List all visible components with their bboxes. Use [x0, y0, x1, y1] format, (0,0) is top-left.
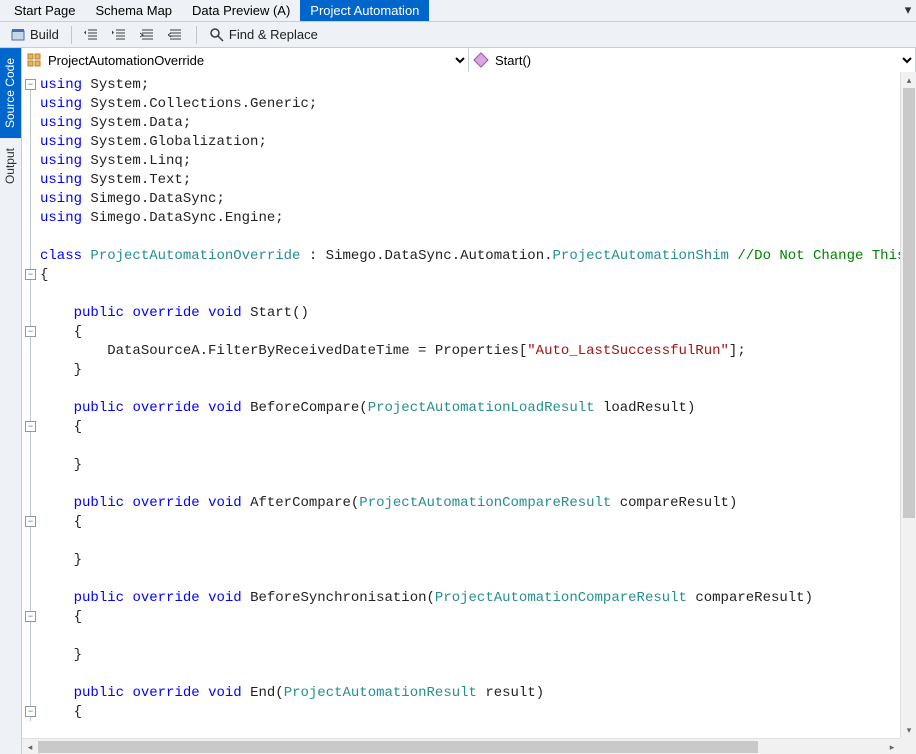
scroll-corner [900, 738, 916, 754]
code-line[interactable]: using Simego.DataSync.Engine; [40, 209, 900, 228]
build-icon [10, 27, 26, 43]
code-line[interactable] [40, 380, 900, 399]
side-tab-source-code[interactable]: Source Code [0, 48, 21, 138]
tab-start-page[interactable]: Start Page [4, 0, 85, 21]
code-line[interactable]: using System.Globalization; [40, 133, 900, 152]
code-line[interactable]: { [40, 266, 900, 285]
indent-increase-icon [112, 27, 128, 43]
find-replace-button[interactable]: Find & Replace [205, 24, 322, 46]
side-tab-output[interactable]: Output [0, 138, 21, 194]
code-text-area[interactable]: using System;using System.Collections.Ge… [40, 72, 900, 738]
horizontal-scrollbar[interactable]: ◂ ▸ [22, 738, 900, 754]
code-line[interactable]: } [40, 456, 900, 475]
code-line[interactable]: public override void BeforeSynchronisati… [40, 589, 900, 608]
tab-schema-map[interactable]: Schema Map [85, 0, 182, 21]
code-line[interactable]: using System.Text; [40, 171, 900, 190]
code-line[interactable] [40, 285, 900, 304]
horizontal-scroll-thumb[interactable] [38, 741, 758, 753]
fold-toggle[interactable]: − [25, 326, 36, 337]
code-line[interactable] [40, 532, 900, 551]
fold-toggle[interactable]: − [25, 421, 36, 432]
navigation-bar: ProjectAutomationOverride Start() [22, 48, 916, 72]
main-area: Source Code Output ProjectAutomationOver… [0, 48, 916, 754]
top-tabstrip: Start Page Schema Map Data Preview (A) P… [0, 0, 916, 22]
code-editor[interactable]: − − − − − − − using System;using System.Collec… [22, 72, 916, 754]
code-line[interactable] [40, 475, 900, 494]
fold-toggle[interactable]: − [25, 79, 36, 90]
fold-toggle[interactable]: − [25, 706, 36, 717]
scroll-left-button[interactable]: ◂ [22, 739, 38, 754]
toolbar-sep-2 [196, 26, 197, 44]
toolbar-sep-1 [71, 26, 72, 44]
find-replace-label: Find & Replace [229, 26, 318, 44]
scroll-down-button[interactable]: ▾ [901, 722, 916, 738]
uncomment-button[interactable] [164, 25, 188, 45]
tab-data-preview-a[interactable]: Data Preview (A) [182, 0, 300, 21]
fold-toggle[interactable]: − [25, 269, 36, 280]
fold-gutter: − − − − − − − [22, 72, 40, 738]
scroll-right-button[interactable]: ▸ [884, 739, 900, 754]
code-line[interactable]: { [40, 323, 900, 342]
side-tabstrip: Source Code Output [0, 48, 22, 754]
code-line[interactable]: } [40, 646, 900, 665]
member-dropdown[interactable]: Start() [469, 48, 916, 72]
comment-button[interactable] [136, 25, 160, 45]
code-line[interactable]: using Simego.DataSync; [40, 190, 900, 209]
comment-icon [140, 27, 156, 43]
code-line[interactable] [40, 570, 900, 589]
code-line[interactable]: public override void AfterCompare(Projec… [40, 494, 900, 513]
code-line[interactable]: public override void End(ProjectAutomati… [40, 684, 900, 703]
code-line[interactable]: public override void Start() [40, 304, 900, 323]
code-line[interactable] [40, 665, 900, 684]
scroll-up-button[interactable]: ▴ [901, 72, 916, 88]
code-line[interactable]: using System.Collections.Generic; [40, 95, 900, 114]
member-dropdown-wrap: Start() [469, 48, 916, 71]
vertical-scroll-thumb[interactable] [903, 88, 915, 518]
build-label: Build [30, 26, 59, 44]
search-icon [209, 27, 225, 43]
code-line[interactable]: { [40, 608, 900, 627]
class-dropdown-wrap: ProjectAutomationOverride [22, 48, 469, 71]
code-line[interactable] [40, 228, 900, 247]
code-line[interactable]: public override void BeforeCompare(Proje… [40, 399, 900, 418]
code-line[interactable]: } [40, 361, 900, 380]
code-line[interactable]: { [40, 418, 900, 437]
indent-decrease-button[interactable] [80, 25, 104, 45]
vertical-scrollbar[interactable]: ▴ ▾ [900, 72, 916, 738]
tabstrip-overflow-button[interactable]: ▾ [900, 0, 916, 21]
toolbar: Build Find & Replace [0, 22, 916, 48]
fold-toggle[interactable]: − [25, 516, 36, 527]
indent-increase-button[interactable] [108, 25, 132, 45]
indent-decrease-icon [84, 27, 100, 43]
code-line[interactable]: { [40, 513, 900, 532]
uncomment-icon [168, 27, 184, 43]
tab-project-automation[interactable]: Project Automation [300, 0, 429, 21]
code-line[interactable]: { [40, 703, 900, 722]
code-line[interactable]: } [40, 551, 900, 570]
code-line[interactable]: using System; [40, 76, 900, 95]
code-line[interactable] [40, 627, 900, 646]
code-line[interactable] [40, 437, 900, 456]
code-line[interactable]: class ProjectAutomationOverride : Simego… [40, 247, 900, 266]
code-line[interactable]: using System.Data; [40, 114, 900, 133]
build-button[interactable]: Build [6, 24, 63, 46]
fold-toggle[interactable]: − [25, 611, 36, 622]
tabstrip-spacer [429, 0, 900, 21]
code-line[interactable]: using System.Linq; [40, 152, 900, 171]
code-line[interactable]: DataSourceA.FilterByReceivedDateTime = P… [40, 342, 900, 361]
class-dropdown[interactable]: ProjectAutomationOverride [22, 48, 469, 72]
editor-column: ProjectAutomationOverride Start() −−−−−−… [22, 48, 916, 754]
